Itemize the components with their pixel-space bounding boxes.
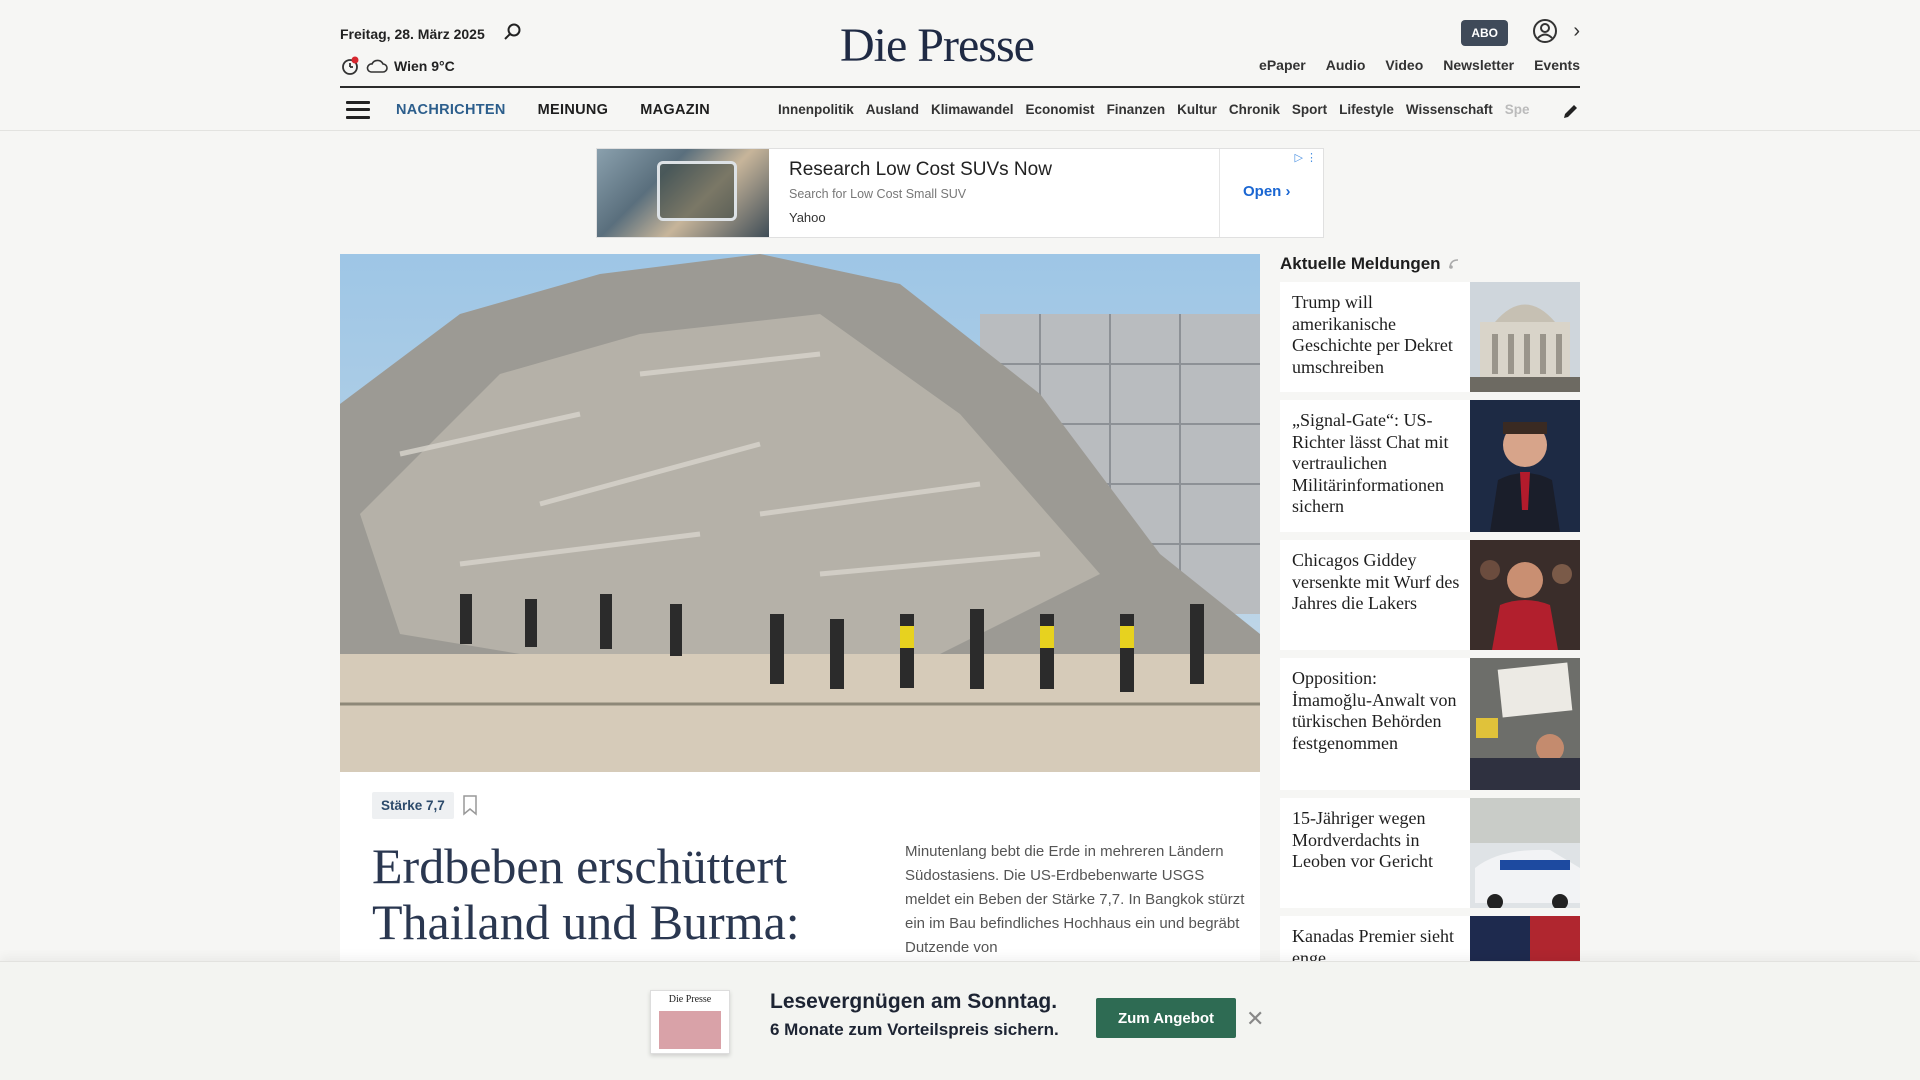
latest-news-sidebar: Aktuelle Meldungen Trump will amerikanis… xyxy=(1280,254,1580,1034)
link-newsletter[interactable]: Newsletter xyxy=(1443,57,1514,73)
news-title: Trump will amerikanische Geschichte per … xyxy=(1292,292,1453,377)
news-item[interactable]: Chicagos Giddey versenkte mit Wurf des J… xyxy=(1280,540,1580,650)
section-finanzen[interactable]: Finanzen xyxy=(1107,102,1166,117)
news-thumbnail xyxy=(1470,400,1580,532)
sponsored-ad[interactable]: Research Low Cost SUVs Now Search for Lo… xyxy=(596,148,1324,238)
weather-widget[interactable]: Wien 9°C xyxy=(340,56,455,76)
main-navigation: NACHRICHTEN MEINUNG MAGAZIN Innenpolitik… xyxy=(340,86,1580,131)
pencil-icon[interactable] xyxy=(1562,102,1580,120)
header-top-row: Freitag, 28. März 2025 Wien 9°C Die Pres… xyxy=(340,0,1580,86)
ad-title[interactable]: Research Low Cost SUVs Now xyxy=(789,159,1052,181)
banner-title: Lesevergnügen am Sonntag. xyxy=(770,990,1058,1013)
lead-article-card[interactable]: Stärke 7,7 Erdbeben erschüttert Thailand… xyxy=(340,772,1260,962)
news-item[interactable]: 15-Jähriger wegen Mordverdachts in Leobe… xyxy=(1280,798,1580,908)
section-economist[interactable]: Economist xyxy=(1026,102,1095,117)
ad-image xyxy=(597,149,769,237)
adchoices-icon[interactable]: ▷ ⋮ xyxy=(1294,151,1317,164)
clock-notification-icon[interactable] xyxy=(340,56,360,76)
news-title: Opposition: İmamoğlu-Anwalt von türkisch… xyxy=(1292,668,1457,753)
bookmark-icon[interactable] xyxy=(462,794,478,816)
news-thumbnail xyxy=(1470,658,1580,790)
section-wissenschaft[interactable]: Wissenschaft xyxy=(1406,102,1493,117)
section-kultur[interactable]: Kultur xyxy=(1177,102,1217,117)
section-klimawandel[interactable]: Klimawandel xyxy=(931,102,1014,117)
subscription-banner: Die Presse Lesevergnügen am Sonntag. 6 M… xyxy=(0,961,1920,1080)
magazine-cover: Die Presse xyxy=(650,990,730,1054)
news-thumbnail xyxy=(1470,798,1580,908)
sidebar-title: Aktuelle Meldungen xyxy=(1280,254,1441,273)
top-links: ePaper Audio Video Newsletter Events xyxy=(1259,57,1580,73)
ad-source: Yahoo xyxy=(789,210,826,225)
news-item[interactable]: „Signal-Gate“: US-Richter lässt Chat mit… xyxy=(1280,400,1580,532)
ad-open-button[interactable]: Open › xyxy=(1243,183,1291,200)
site-logo[interactable]: Die Presse xyxy=(840,18,1035,73)
section-innenpolitik[interactable]: Innenpolitik xyxy=(778,102,854,117)
live-pulse-icon xyxy=(1448,259,1458,269)
close-icon[interactable]: ✕ xyxy=(1246,1006,1264,1032)
section-chronik[interactable]: Chronik xyxy=(1229,102,1280,117)
section-nav: Innenpolitik Ausland Klimawandel Economi… xyxy=(778,102,1530,117)
magazine-logo: Die Presse xyxy=(668,994,712,1005)
offer-button[interactable]: Zum Angebot xyxy=(1096,998,1236,1038)
news-title: Chicagos Giddey versenkte mit Wurf des J… xyxy=(1292,550,1460,613)
tab-nachrichten[interactable]: NACHRICHTEN xyxy=(396,102,506,118)
tab-meinung[interactable]: MEINUNG xyxy=(538,102,609,118)
news-item[interactable]: Opposition: İmamoğlu-Anwalt von türkisch… xyxy=(1280,658,1580,790)
section-ausland[interactable]: Ausland xyxy=(866,102,919,117)
hero-image[interactable] xyxy=(340,254,1260,772)
article-headline[interactable]: Erdbeben erschüttert Thailand und Burma: xyxy=(372,838,872,950)
abo-button[interactable]: ABO xyxy=(1461,20,1508,46)
news-item[interactable]: Trump will amerikanische Geschichte per … xyxy=(1280,282,1580,392)
link-events[interactable]: Events xyxy=(1534,57,1580,73)
site-header: Freitag, 28. März 2025 Wien 9°C Die Pres… xyxy=(0,0,1920,131)
cloud-icon xyxy=(366,59,388,73)
search-icon[interactable] xyxy=(503,22,523,42)
article-tag[interactable]: Stärke 7,7 xyxy=(372,792,454,819)
main-nav-tabs: NACHRICHTEN MEINUNG MAGAZIN xyxy=(396,102,710,118)
current-date: Freitag, 28. März 2025 xyxy=(340,26,485,42)
ad-subtitle: Search for Low Cost Small SUV xyxy=(789,187,967,201)
link-video[interactable]: Video xyxy=(1385,57,1423,73)
sidebar-heading: Aktuelle Meldungen xyxy=(1280,254,1580,274)
magazine-cover-image xyxy=(659,1011,721,1049)
news-thumbnail xyxy=(1470,540,1580,650)
hamburger-menu-icon[interactable] xyxy=(346,100,370,119)
section-spectrum[interactable]: Spectr xyxy=(1505,102,1530,117)
section-lifestyle[interactable]: Lifestyle xyxy=(1339,102,1394,117)
article-teaser: Minutenlang bebt die Erde in mehreren Lä… xyxy=(905,843,1245,956)
weather-text: Wien 9°C xyxy=(394,58,455,74)
banner-subtitle: 6 Monate zum Vorteilspreis sichern. xyxy=(770,1020,1059,1039)
news-title: 15-Jähriger wegen Mordverdachts in Leobe… xyxy=(1292,808,1433,871)
ad-open-label: Open xyxy=(1243,183,1282,200)
tab-magazin[interactable]: MAGAZIN xyxy=(640,102,710,118)
ad-divider xyxy=(1219,149,1220,237)
chevron-right-icon[interactable]: › xyxy=(1573,20,1580,43)
news-thumbnail xyxy=(1470,282,1580,392)
link-epaper[interactable]: ePaper xyxy=(1259,57,1306,73)
section-sport[interactable]: Sport xyxy=(1292,102,1327,117)
user-account-icon[interactable] xyxy=(1532,18,1558,44)
news-title: „Signal-Gate“: US-Richter lässt Chat mit… xyxy=(1292,410,1449,516)
link-audio[interactable]: Audio xyxy=(1326,57,1366,73)
